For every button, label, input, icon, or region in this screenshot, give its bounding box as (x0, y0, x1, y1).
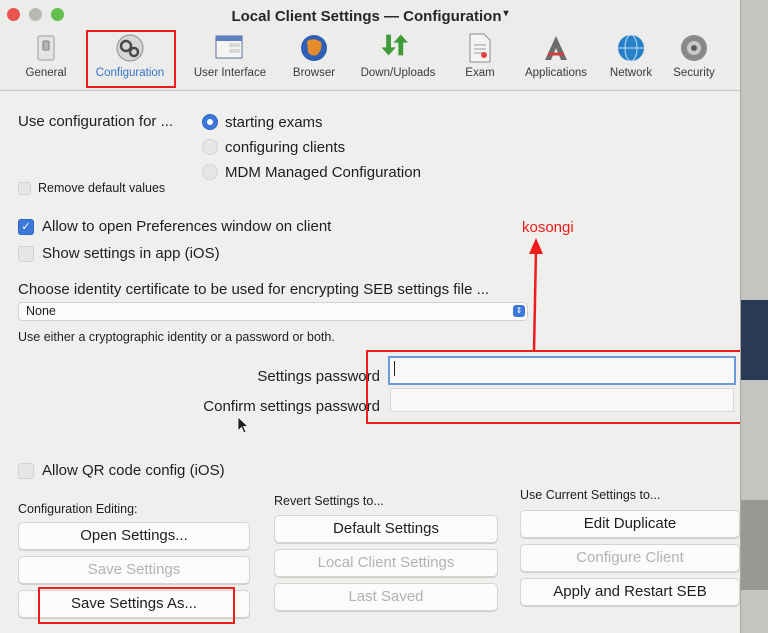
annotation-arrow-icon (529, 238, 543, 353)
background-block-lower (741, 500, 768, 590)
preferences-window: Local Client Settings — Configuration ▾ G… (0, 0, 741, 633)
background-desktop (741, 0, 768, 633)
background-block (741, 300, 768, 380)
